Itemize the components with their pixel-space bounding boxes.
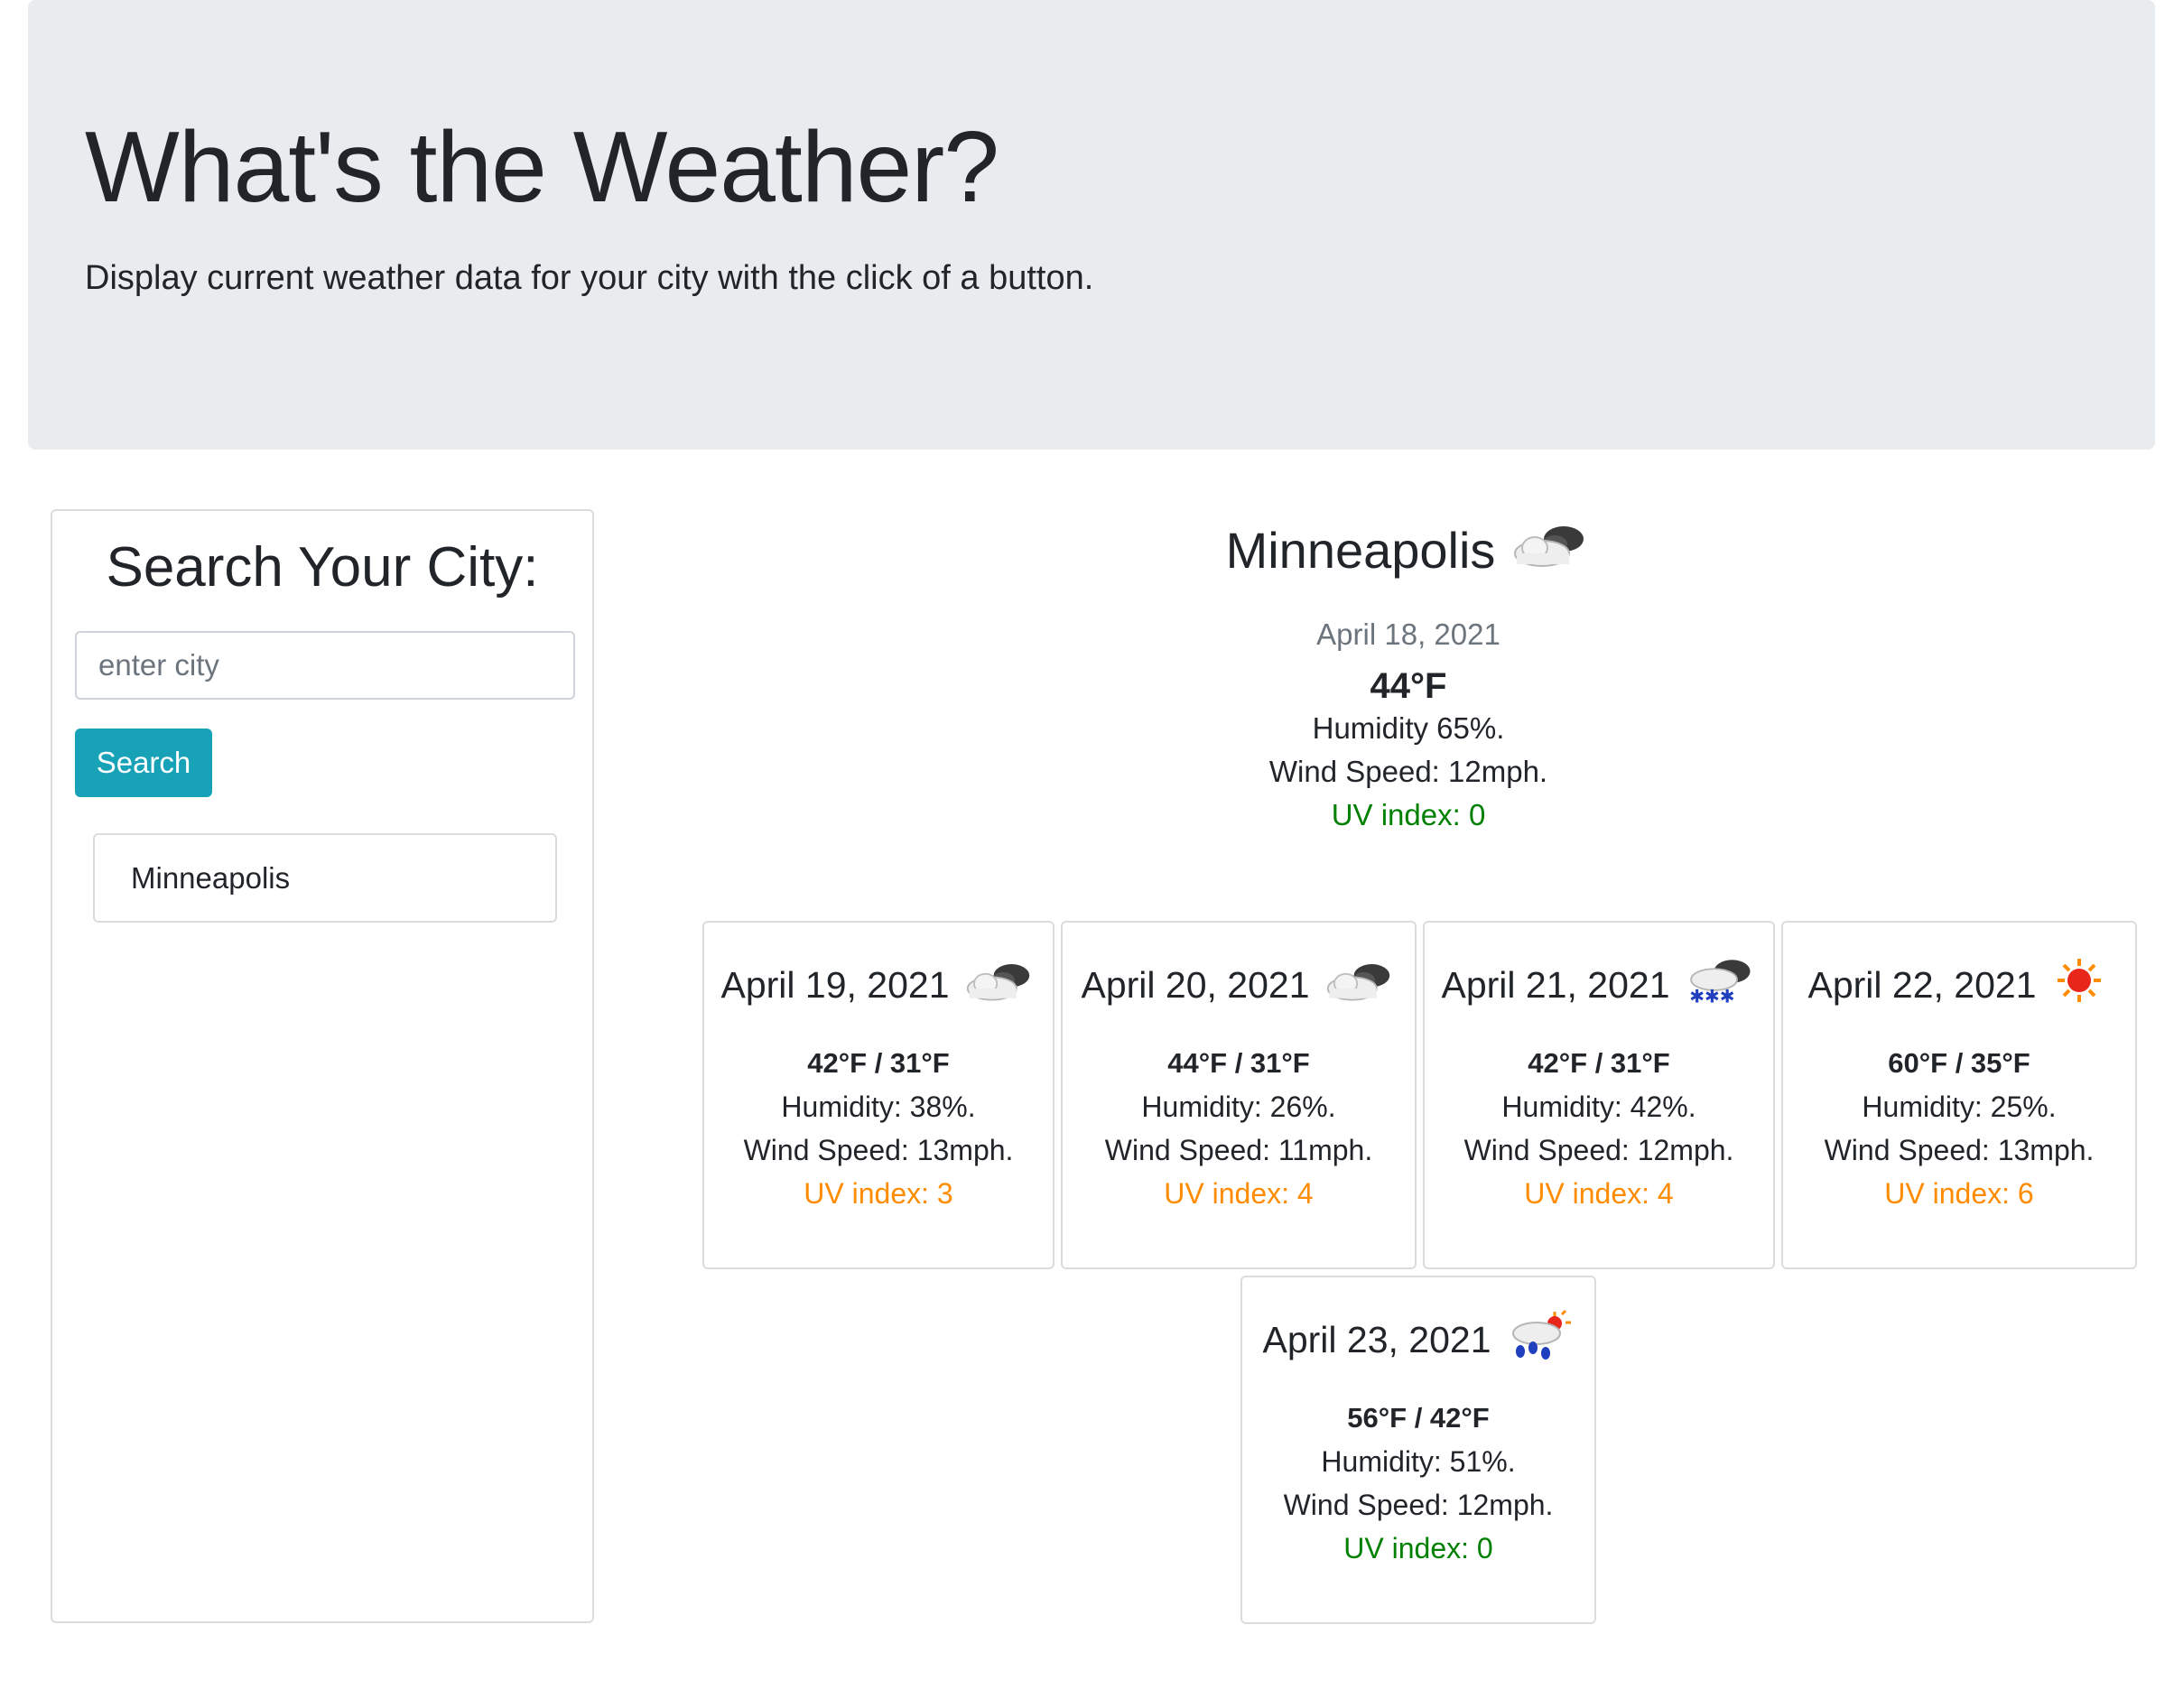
forecast-uv: UV index: 3 [804,1177,953,1210]
forecast-card: April 22, 2021 60°F / 35°F Humidity: 25%… [1781,921,2137,1269]
forecast-humidity: Humidity: 42%. [1501,1091,1696,1123]
search-button[interactable]: Search [75,729,212,797]
forecast-humidity: Humidity: 38%. [781,1091,976,1123]
current-city: Minneapolis [1225,521,1496,579]
forecast-temp: 42°F / 31°F [807,1047,950,1079]
current-weather: Minneapolis April 18, 2021 44°F Humidity… [686,515,2131,837]
current-humidity: Humidity 65%. [1312,711,1505,745]
current-temp: 44°F [1370,666,1447,706]
forecast-date: April 23, 2021 [1262,1318,1491,1360]
forecast-card: April 20, 2021 44°F / 31°F Humidity: 26%… [1061,921,1417,1269]
snow-icon: ✱✱✱ [1681,953,1757,1016]
forecast-humidity: Humidity: 26%. [1141,1091,1336,1123]
current-header: Minneapolis [686,515,2131,585]
forecast-card: April 23, 2021 56°F / 42°F Humidity: 51%… [1240,1276,1596,1624]
forecast-wind: Wind Speed: 13mph. [743,1134,1014,1166]
forecast-temp: 44°F / 31°F [1167,1047,1310,1079]
forecast-wind: Wind Speed: 13mph. [1824,1134,2095,1166]
forecast-date: April 20, 2021 [1081,963,1310,1006]
forecast-card: April 21, 2021 ✱✱✱ 42°F / 31°F Humidity:… [1423,921,1775,1269]
forecast-card: April 19, 2021 42°F / 31°F Humidity: 38%… [702,921,1054,1269]
cloudy-icon [1508,517,1591,583]
forecast-uv: UV index: 4 [1524,1177,1674,1210]
forecast-humidity: Humidity: 51%. [1321,1445,1516,1478]
forecast-uv: UV index: 4 [1164,1177,1314,1210]
current-uv: UV index: 0 [1331,798,1486,831]
search-heading: Search Your City: [106,536,539,599]
forecast-uv: UV index: 0 [1343,1532,1493,1564]
forecast-wind: Wind Speed: 11mph. [1104,1134,1373,1166]
current-date: April 18, 2021 [1316,617,1500,651]
page-title: What's the Weather? [85,111,999,223]
header-jumbotron: What's the Weather? Display current weat… [28,0,2155,450]
page-subtitle: Display current weather data for your ci… [85,259,1094,297]
city-search-input[interactable] [75,631,575,700]
forecast-date: April 21, 2021 [1441,963,1670,1006]
cloudy-icon [961,956,1036,1014]
forecast-wind: Wind Speed: 12mph. [1283,1489,1554,1521]
cloudy-icon [1321,956,1397,1014]
forecast-humidity: Humidity: 25%. [1862,1091,2057,1123]
sun-icon [2048,953,2111,1016]
rain-sun-icon [1502,1308,1575,1371]
search-panel: Search Your City: Search Minneapolis [51,509,594,1623]
forecast-temp: 42°F / 31°F [1528,1047,1670,1079]
forecast-temp: 56°F / 42°F [1347,1402,1490,1434]
history-item-minneapolis[interactable]: Minneapolis [93,833,557,923]
svg-text:✱✱✱: ✱✱✱ [1689,986,1734,1007]
forecast-date: April 22, 2021 [1807,963,2037,1006]
current-wind: Wind Speed: 12mph. [1268,755,1548,788]
forecast-wind: Wind Speed: 12mph. [1463,1134,1734,1166]
forecast-date: April 19, 2021 [720,963,950,1006]
forecast-temp: 60°F / 35°F [1888,1047,2030,1079]
forecast-uv: UV index: 6 [1884,1177,2034,1210]
